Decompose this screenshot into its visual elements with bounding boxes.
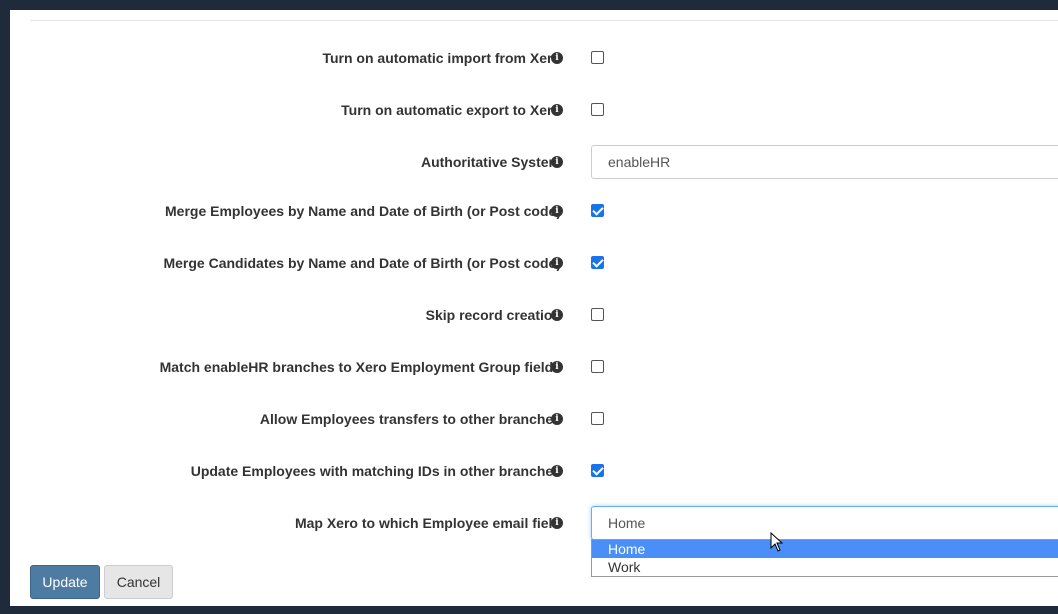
- info-icon[interactable]: i: [551, 361, 563, 373]
- setting-label: Skip record creation: [425, 307, 561, 323]
- match-branches-checkbox[interactable]: [591, 360, 604, 373]
- info-icon[interactable]: i: [551, 309, 563, 321]
- mouse-cursor-icon: [770, 532, 784, 552]
- setting-label: Merge Employees by Name and Date of Birt…: [165, 203, 561, 219]
- setting-row-auto-export: Turn on automatic export to Xero i: [10, 93, 1058, 127]
- setting-label: Match enableHR branches to Xero Employme…: [159, 359, 561, 375]
- setting-row-auto-import: Turn on automatic import from Xero i: [10, 41, 1058, 75]
- merge-employees-checkbox[interactable]: [591, 204, 604, 217]
- info-icon[interactable]: i: [551, 156, 563, 168]
- setting-row-merge-employees: Merge Employees by Name and Date of Birt…: [10, 194, 1058, 228]
- info-icon[interactable]: i: [551, 52, 563, 64]
- cancel-button[interactable]: Cancel: [104, 565, 173, 599]
- top-divider: [30, 20, 1058, 21]
- update-button[interactable]: Update: [30, 565, 100, 599]
- setting-row-skip-record-creation: Skip record creation i: [10, 298, 1058, 332]
- setting-label: Authoritative System: [420, 154, 561, 170]
- skip-record-creation-checkbox[interactable]: [591, 308, 604, 321]
- setting-label: Turn on automatic import from Xero: [322, 50, 561, 66]
- update-matching-ids-checkbox[interactable]: [591, 464, 604, 477]
- info-icon[interactable]: i: [551, 517, 563, 529]
- settings-panel: Turn on automatic import from Xero i Tur…: [10, 10, 1058, 606]
- setting-row-update-matching-ids: Update Employees with matching IDs in ot…: [10, 454, 1058, 488]
- setting-label: Allow Employees transfers to other branc…: [259, 411, 561, 427]
- auto-export-checkbox[interactable]: [591, 103, 604, 116]
- allow-transfers-checkbox[interactable]: [591, 412, 604, 425]
- info-icon[interactable]: i: [551, 205, 563, 217]
- setting-row-allow-transfers: Allow Employees transfers to other branc…: [10, 402, 1058, 436]
- info-icon[interactable]: i: [551, 104, 563, 116]
- setting-row-authoritative-system: Authoritative System i enableHR: [10, 145, 1058, 179]
- info-icon[interactable]: i: [551, 413, 563, 425]
- setting-label: Update Employees with matching IDs in ot…: [190, 463, 561, 479]
- email-field-select[interactable]: Home: [591, 506, 1058, 540]
- info-icon[interactable]: i: [551, 257, 563, 269]
- dropdown-option-work[interactable]: Work: [592, 558, 1058, 576]
- merge-candidates-checkbox[interactable]: [591, 256, 604, 269]
- setting-row-map-email-field: Map Xero to which Employee email field i…: [10, 506, 1058, 540]
- authoritative-system-field[interactable]: enableHR: [591, 145, 1058, 179]
- setting-label: Merge Candidates by Name and Date of Bir…: [163, 255, 561, 271]
- setting-row-merge-candidates: Merge Candidates by Name and Date of Bir…: [10, 246, 1058, 280]
- setting-label: Turn on automatic export to Xero: [341, 102, 561, 118]
- info-icon[interactable]: i: [551, 465, 563, 477]
- email-field-dropdown: Home Work: [591, 539, 1058, 577]
- auto-import-checkbox[interactable]: [591, 51, 604, 64]
- dropdown-option-home[interactable]: Home: [592, 540, 1058, 558]
- setting-row-match-branches: Match enableHR branches to Xero Employme…: [10, 350, 1058, 384]
- setting-label: Map Xero to which Employee email field: [294, 515, 561, 531]
